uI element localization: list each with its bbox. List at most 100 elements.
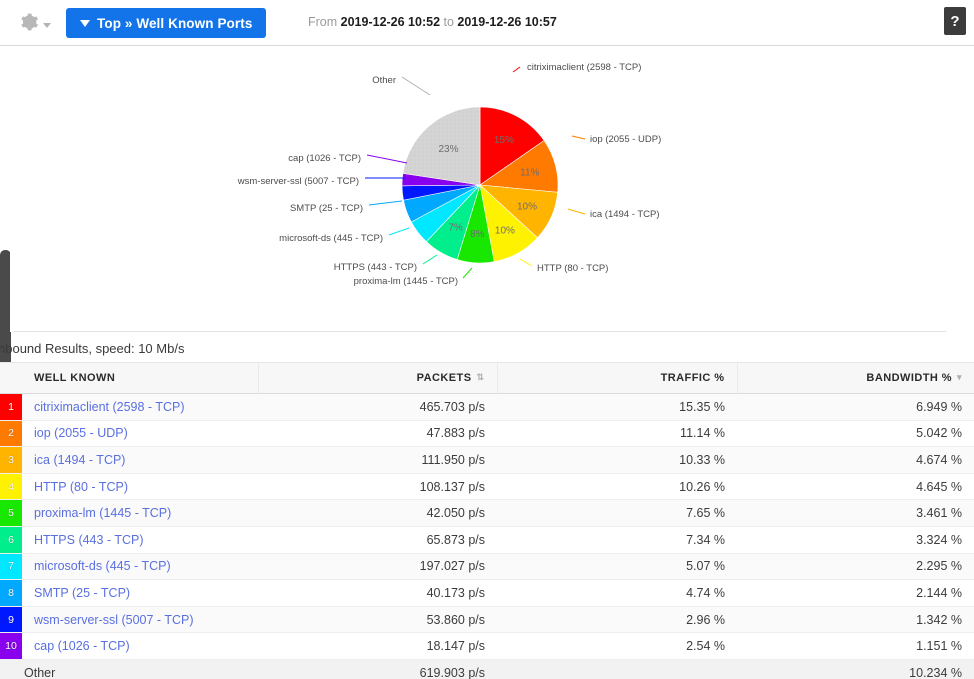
results-table: WELL KNOWN PACKETS ⇅ TRAFFIC % BANDWIDTH … (0, 362, 974, 679)
row-packets: 42.050 p/s (258, 499, 497, 527)
table-header: WELL KNOWN PACKETS ⇅ TRAFFIC % BANDWIDTH … (0, 362, 974, 394)
pie-slice-percent: 10% (517, 201, 537, 212)
gear-icon[interactable] (18, 11, 40, 33)
toolbar: Top » Well Known Ports From 2019-12-26 1… (0, 0, 974, 46)
row-rank-badge: 7 (0, 553, 22, 581)
row-well-known-link[interactable]: SMTP (25 - TCP) (22, 579, 258, 607)
row-traffic-pct: 2.96 % (497, 606, 737, 634)
row-well-known-link[interactable]: HTTPS (443 - TCP) (22, 526, 258, 554)
pie-leader-line (512, 66, 521, 73)
pie-slice-label: proxima-lm (1445 - TCP) (354, 276, 458, 287)
range-to: 2019-12-26 10:57 (457, 15, 557, 29)
table-row[interactable]: 2 iop (2055 - UDP) 47.883 p/s 11.14 % 5.042 … (0, 420, 974, 448)
row-traffic-pct: 15.35 % (497, 393, 737, 421)
table-row[interactable]: 4 HTTP (80 - TCP) 108.137 p/s 10.26 % 4.645 … (0, 473, 974, 501)
pie-leader-line (366, 154, 408, 164)
row-packets: 108.137 p/s (258, 473, 497, 501)
row-traffic-pct: 10.33 % (497, 446, 737, 474)
column-header-bandwidth-label: BANDWIDTH % (866, 372, 953, 384)
chevron-down-icon[interactable] (43, 22, 51, 28)
row-well-known-link[interactable]: citriximaclient (2598 - TCP) (22, 393, 258, 421)
row-rank-badge: 8 (0, 579, 22, 607)
pie-slice-label: HTTPS (443 - TCP) (334, 262, 417, 273)
pie-leader-line (462, 267, 473, 279)
row-well-known-link[interactable]: proxima-lm (1445 - TCP) (22, 499, 258, 527)
pie-leader-line (368, 200, 403, 206)
pie-slice-percent: 23% (438, 144, 458, 155)
row-bandwidth-pct: 2.144 % (737, 579, 974, 607)
row-bandwidth-pct: 5.042 % (737, 420, 974, 448)
row-rank-badge: 3 (0, 446, 22, 474)
pie-slice-label: cap (1026 - TCP) (288, 153, 361, 164)
app-root: Top » Well Known Ports From 2019-12-26 1… (0, 0, 974, 679)
settings-gear-control[interactable] (18, 11, 51, 33)
pie-slice-label: Other (372, 75, 396, 86)
row-well-known-link[interactable]: cap (1026 - TCP) (22, 632, 258, 660)
table-row[interactable]: 6 HTTPS (443 - TCP) 65.873 p/s 7.34 % 3.324 … (0, 526, 974, 554)
row-well-known-link[interactable]: microsoft-ds (445 - TCP) (22, 553, 258, 581)
column-header-packets-label: PACKETS (416, 372, 472, 384)
column-header-packets[interactable]: PACKETS ⇅ (258, 362, 498, 394)
other-rank-cell (0, 659, 22, 679)
table-row[interactable]: 7 microsoft-ds (445 - TCP) 197.027 p/s 5.07… (0, 553, 974, 581)
pie-slice-label: iop (2055 - UDP) (590, 134, 661, 145)
row-packets: 65.873 p/s (258, 526, 497, 554)
table-row[interactable]: 8 SMTP (25 - TCP) 40.173 p/s 4.74 % 2.144 % (0, 579, 974, 607)
row-bandwidth-pct: 1.151 % (737, 632, 974, 660)
pie-slice-label: SMTP (25 - TCP) (290, 203, 363, 214)
pie-leader-line (567, 208, 586, 215)
row-bandwidth-pct: 4.645 % (737, 473, 974, 501)
column-header-traffic-pct[interactable]: TRAFFIC % (497, 362, 738, 394)
row-well-known-link[interactable]: iop (2055 - UDP) (22, 420, 258, 448)
other-label: Other (22, 659, 258, 679)
table-row[interactable]: 3 ica (1494 - TCP) 111.950 p/s 10.33 % 4.674… (0, 446, 974, 474)
row-packets: 47.883 p/s (258, 420, 497, 448)
row-rank-badge: 9 (0, 606, 22, 634)
pie-leader-line (401, 76, 431, 96)
row-rank-badge: 2 (0, 420, 22, 448)
pie-slice-label: HTTP (80 - TCP) (537, 263, 608, 274)
table-row[interactable]: 9 wsm-server-ssl (5007 - TCP) 53.860 p/s 2.… (0, 606, 974, 634)
row-packets: 53.860 p/s (258, 606, 497, 634)
top-button-label: Top » Well Known Ports (97, 15, 253, 31)
column-header-well-known[interactable]: WELL KNOWN (22, 362, 259, 394)
column-header-rank (0, 362, 22, 394)
pie-slice-label: ica (1494 - TCP) (590, 209, 660, 220)
pie-slice-label: microsoft-ds (445 - TCP) (279, 233, 383, 244)
top-well-known-ports-button[interactable]: Top » Well Known Ports (66, 8, 267, 38)
help-button[interactable]: ? (944, 7, 966, 35)
table-row[interactable]: 10 cap (1026 - TCP) 18.147 p/s 2.54 % 1.151 … (0, 632, 974, 660)
triangle-down-icon (80, 19, 90, 27)
sort-desc-icon[interactable]: ▾ (957, 372, 962, 383)
pie-leader-line (422, 254, 438, 265)
pie-leader-line (388, 227, 410, 236)
row-well-known-link[interactable]: ica (1494 - TCP) (22, 446, 258, 474)
row-rank-badge: 4 (0, 473, 22, 501)
range-middle: to (440, 15, 458, 29)
table-row[interactable]: 5 proxima-lm (1445 - TCP) 42.050 p/s 7.65 %… (0, 499, 974, 527)
question-mark-icon: ? (950, 12, 960, 30)
row-well-known-link[interactable]: wsm-server-ssl (5007 - TCP) (22, 606, 258, 634)
pie-slice-percent: 11% (520, 167, 539, 178)
row-packets: 111.950 p/s (258, 446, 497, 474)
row-bandwidth-pct: 2.295 % (737, 553, 974, 581)
row-bandwidth-pct: 1.342 % (737, 606, 974, 634)
section-divider (14, 331, 946, 332)
pie-slice-percent: 7% (448, 222, 463, 233)
row-well-known-link[interactable]: HTTP (80 - TCP) (22, 473, 258, 501)
row-traffic-pct: 11.14 % (497, 420, 737, 448)
pie-leader-line (571, 135, 586, 140)
row-rank-badge: 1 (0, 393, 22, 421)
column-header-bandwidth-pct[interactable]: BANDWIDTH % ▾ (737, 362, 974, 394)
pie-slice-percent: 10% (495, 226, 515, 237)
pie-chart-panel: 15% 11% 10% 10% 8% 7% 23% citriximaclient (2598… (10, 47, 974, 332)
other-packets: 619.903 p/s (258, 659, 497, 679)
pie-slice-percent: 8% (470, 229, 485, 240)
table-row[interactable]: 1 citriximaclient (2598 - TCP) 465.703 p/s… (0, 393, 974, 421)
time-range-label: From 2019-12-26 10:52 to 2019-12-26 10:5… (308, 15, 557, 29)
table-header-row: WELL KNOWN PACKETS ⇅ TRAFFIC % BANDWIDTH … (0, 362, 974, 394)
sort-both-icon[interactable]: ⇅ (477, 372, 485, 383)
row-bandwidth-pct: 6.949 % (737, 393, 974, 421)
row-traffic-pct: 7.34 % (497, 526, 737, 554)
row-traffic-pct: 5.07 % (497, 553, 737, 581)
